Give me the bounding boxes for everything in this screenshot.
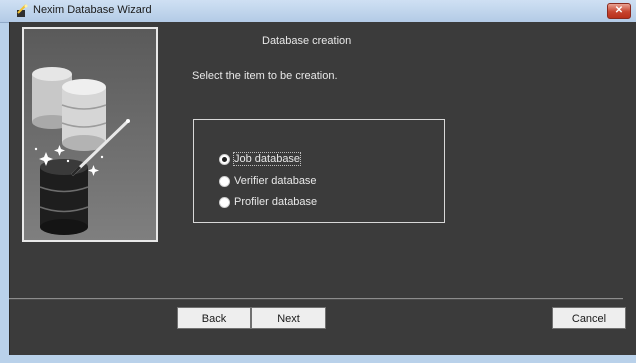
database-wizard-illustration — [22, 27, 158, 242]
option-verifier-database[interactable]: Verifier database — [219, 174, 317, 188]
radio-job-database[interactable] — [219, 153, 230, 165]
database-back-icon — [32, 67, 107, 151]
radio-verifier-database[interactable] — [219, 175, 230, 187]
option-job-database[interactable]: Job database — [219, 152, 302, 166]
back-button[interactable]: Back — [177, 307, 251, 329]
option-label: Profiler database — [234, 196, 318, 208]
button-separator — [9, 298, 623, 300]
title-bar: Nexim Database Wizard ✕ — [0, 0, 636, 23]
window-bottom-frame — [0, 355, 636, 363]
database-type-group: Job database Verifier database Profiler … — [193, 119, 445, 223]
instruction-text: Select the item to be creation. — [192, 70, 338, 82]
cancel-button[interactable]: Cancel — [552, 307, 626, 329]
option-label: Verifier database — [234, 175, 317, 187]
window-title: Nexim Database Wizard — [33, 4, 152, 16]
page-heading: Database creation — [262, 35, 352, 47]
database-front-icon — [39, 159, 89, 235]
close-button[interactable]: ✕ — [607, 3, 631, 19]
option-profiler-database[interactable]: Profiler database — [219, 195, 317, 209]
next-button[interactable]: Next — [251, 307, 326, 329]
app-icon — [15, 4, 29, 18]
radio-profiler-database[interactable] — [219, 196, 230, 208]
option-label: Job database — [232, 152, 302, 166]
